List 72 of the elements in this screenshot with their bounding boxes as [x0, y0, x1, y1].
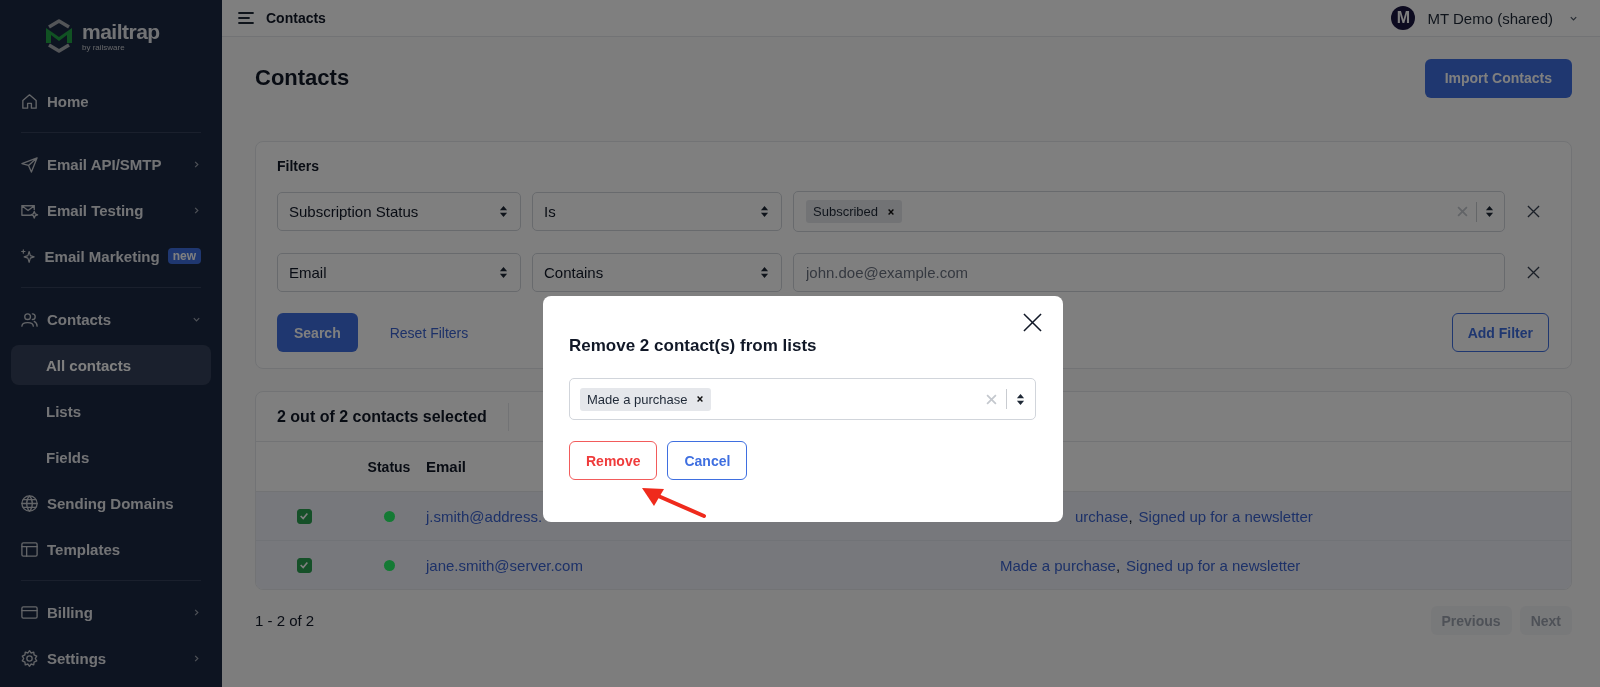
sort-arrows-icon[interactable]	[1016, 392, 1025, 406]
nav-subitem[interactable]: Lists	[11, 391, 211, 431]
list-link[interactable]: Made a purchase	[1000, 556, 1116, 574]
list-link[interactable]: Signed up for a newsletter	[1138, 507, 1313, 525]
nav-subitem[interactable]: All contacts	[11, 345, 211, 385]
globe-icon	[20, 493, 39, 513]
operator-select[interactable]: Is	[532, 192, 782, 231]
logo-tagline: by railsware	[82, 42, 125, 52]
home-icon	[20, 91, 39, 111]
nav-item[interactable]: Settings	[11, 635, 211, 681]
selection-summary: 2 out of 2 contacts selected	[277, 407, 487, 426]
check-icon	[299, 560, 309, 570]
account-avatar[interactable]: M	[1391, 6, 1416, 30]
cancel-button[interactable]: Cancel	[667, 441, 748, 480]
modal-title: Remove 2 contact(s) from lists	[569, 336, 818, 356]
email-link[interactable]: jane.smith@server.com	[426, 556, 583, 574]
row-checkbox[interactable]	[296, 557, 312, 573]
send-icon	[20, 154, 39, 174]
reset-filters-link[interactable]: Reset Filters	[389, 324, 469, 341]
nav-item[interactable]: Sending Domains	[11, 480, 211, 526]
pagination-range: 1 - 2 of 2	[255, 612, 315, 629]
new-badge: new	[167, 248, 201, 264]
remove-filter-icon[interactable]	[1527, 205, 1540, 218]
nav-item[interactable]: Email Testing	[11, 187, 211, 233]
logo-name: mailtrap	[82, 20, 160, 43]
column-header: Status	[367, 458, 411, 475]
page-title: Contacts	[255, 65, 350, 91]
sort-arrows-icon	[760, 266, 769, 279]
add-filter-button[interactable]: Add Filter	[1451, 313, 1549, 352]
list-separator: ,	[1128, 507, 1133, 525]
nav-item[interactable]: Contacts	[11, 296, 211, 342]
nav-item[interactable]: Billing	[11, 589, 211, 635]
import-contacts-button[interactable]: Import Contacts	[1424, 58, 1572, 98]
chevron-icon[interactable]	[192, 607, 201, 617]
page-breadcrumb: Contacts	[266, 10, 326, 26]
lists-select[interactable]: Made a purchase	[569, 378, 1036, 420]
row-checkbox[interactable]	[296, 508, 312, 524]
nav-item[interactable]: Email API/SMTP	[11, 141, 211, 187]
nav-item[interactable]: Email Marketing new	[11, 233, 211, 279]
remove-filter-icon[interactable]	[1527, 266, 1540, 279]
column-header: Email	[426, 458, 467, 475]
filters-title: Filters	[277, 158, 320, 174]
remove-tag-icon[interactable]	[696, 395, 705, 403]
sort-arrows-icon	[499, 205, 508, 218]
check-icon	[299, 511, 309, 521]
email-link[interactable]: j.smith@address.	[426, 507, 543, 525]
gear-icon	[20, 648, 39, 668]
field-select[interactable]: Subscription Status	[277, 192, 521, 231]
list-tag: Made a purchase	[580, 387, 712, 411]
chevron-icon[interactable]	[192, 653, 201, 663]
chevron-icon[interactable]	[192, 159, 201, 169]
search-button[interactable]: Search	[277, 313, 358, 352]
sort-arrows-icon	[760, 205, 769, 218]
value-input[interactable]: john.doe@example.com	[793, 253, 1505, 292]
field-select[interactable]: Email	[277, 253, 521, 292]
close-icon[interactable]	[1023, 313, 1042, 332]
layout-icon	[20, 539, 39, 559]
remove-button[interactable]: Remove	[569, 441, 658, 480]
list-link[interactable]: urchase	[1075, 507, 1129, 525]
nav-subitem[interactable]: Fields	[11, 437, 211, 477]
menu-icon[interactable]	[238, 11, 254, 25]
nav-item[interactable]: Home	[11, 78, 211, 124]
clear-icon[interactable]	[986, 393, 997, 405]
nav-item[interactable]: Templates	[11, 526, 211, 572]
chevron-icon[interactable]	[192, 205, 201, 215]
account-name[interactable]: MT Demo (shared)	[1427, 9, 1553, 27]
list-link[interactable]: Signed up for a newsletter	[1126, 556, 1301, 574]
list-separator: ,	[1115, 556, 1121, 574]
value-tag: Subscribed	[806, 200, 903, 223]
operator-select[interactable]: Contains	[532, 253, 782, 292]
sort-arrows-icon	[499, 266, 508, 279]
sparkle-icon	[20, 246, 37, 266]
